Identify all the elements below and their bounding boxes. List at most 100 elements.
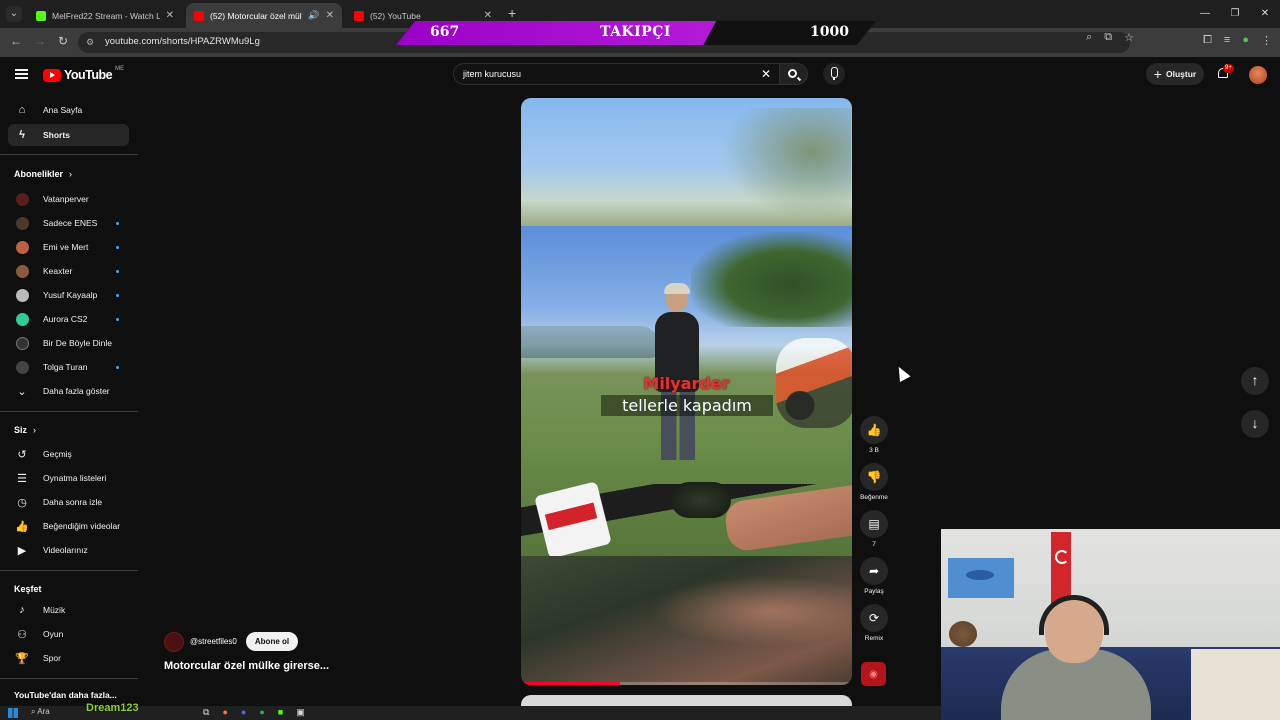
sidebar-channel[interactable]: Vatanperver [8,188,129,210]
sidebar-item-label: Beğendiğim videolar [43,521,121,531]
short-title[interactable]: Motorcular özel mülke girerse... [164,660,329,672]
close-icon[interactable]: ✕ [326,10,334,21]
browser-menu-icon[interactable]: ⋮ [1261,34,1272,47]
explore-heading: Keşfet [14,584,42,594]
youtube-logo[interactable]: YouTube ME [43,66,124,82]
show-more-button[interactable]: ⌄ Daha fazla göster [8,380,129,402]
menu-icon[interactable] [15,69,28,79]
restore-icon[interactable]: ❐ [1220,0,1250,28]
sidebar-item-your-videos[interactable]: ▶ Videolarınız [8,539,129,561]
voice-search-icon[interactable] [823,63,845,85]
channel-name: Aurora CS2 [43,314,88,324]
browser-tab-kick[interactable]: MelFred22 Stream - Watch Live ✕ [28,3,182,28]
zoom-icon[interactable]: ⌕ [1086,31,1092,44]
new-content-dot [116,269,119,273]
search-button[interactable] [780,63,808,85]
firefox-icon[interactable]: ● [222,707,227,718]
media-icon[interactable]: ≡ [1224,34,1230,47]
taskbar-search[interactable]: ⌕ Ara [31,707,50,717]
reload-icon[interactable]: ↻ [58,34,68,48]
sidebar-channel[interactable]: Yusuf Kayaalp [8,284,129,306]
share-button[interactable]: ➦ Paylaş [859,557,889,595]
extensions-icon[interactable]: ⧠ [1203,34,1212,47]
install-icon[interactable]: ⧉ [1104,31,1112,44]
minimize-icon[interactable]: — [1190,0,1220,28]
divider [0,570,138,571]
site-info-icon[interactable]: ⚙ [86,36,98,48]
sidebar-item-label: Spor [43,653,61,663]
sidebar-item-history[interactable]: ↺ Geçmiş [8,443,129,465]
sidebar-item-shorts[interactable]: ϟ Shorts [8,124,129,146]
channel-name: Keaxter [43,266,73,276]
tab-search-icon[interactable]: ⌄ [6,6,22,22]
shorts-video-player[interactable]: Milyarder tellerle kapadım [521,98,852,685]
speaker-icon[interactable]: 🔊 [308,10,319,21]
sidebar-item-home[interactable]: ⌂ Ana Sayfa [8,99,129,121]
comment-count: 7 [872,541,876,548]
sidebar-channel[interactable]: Tolga Turan [8,356,129,378]
sidebar-channel[interactable]: Bir De Böyle Dinle [8,332,129,354]
tab-label: (52) Motorcular özel mülke [210,10,303,21]
previous-short-button[interactable]: ↑ [1241,367,1269,395]
close-window-icon[interactable]: ✕ [1250,0,1280,28]
notifications-button[interactable]: 9+ [1216,64,1234,81]
url-text[interactable]: youtube.com/shorts/HPAZRWMu9Lg [105,36,260,47]
search-input[interactable]: jitem kurucusu ✕ [453,63,780,85]
windows-start-icon[interactable] [8,708,18,718]
dislike-button[interactable]: 👎 Beğenme [859,463,889,501]
sidebar-channel[interactable]: Sadece ENES [8,212,129,234]
discord-icon[interactable]: ● [241,707,246,718]
sidebar: ⌂ Ana Sayfa ϟ Shorts Abonelikler › Vatanp… [0,93,138,720]
back-icon[interactable]: ← [10,34,22,48]
sidebar-item-liked-videos[interactable]: 👍 Beğendiğim videolar [8,515,129,537]
task-view-icon[interactable]: ⧉ [203,707,209,718]
create-button[interactable]: + Oluştur [1146,63,1204,85]
browser-toolbar: ⧠ ≡ ● ⋮ [1203,34,1272,47]
divider [0,678,138,679]
bookmark-star-icon[interactable]: ☆ [1124,31,1134,44]
sidebar-item-watch-later[interactable]: ◷ Daha sonra izle [8,491,129,513]
chrome-icon[interactable]: ● [259,707,264,718]
channel-avatar [16,312,29,326]
sidebar-item-sports[interactable]: 🏆 Spor [8,647,129,669]
sidebar-item-label: Videolarınız [43,545,88,555]
new-tab-icon[interactable]: + [508,6,516,20]
browser-tab-active[interactable]: (52) Motorcular özel mülke 🔊 ✕ [186,3,342,28]
stream-overlay-name: Dream123 [86,702,139,714]
channel-avatar [16,240,29,254]
kick-icon[interactable]: ■ [278,707,283,718]
video-caption-white: tellerle kapadım [601,395,773,416]
like-button[interactable]: 👍 3 B [859,416,889,454]
sidebar-item-playlists[interactable]: ☰ Oynatma listeleri [8,467,129,489]
sidebar-channel[interactable]: Emi ve Mert [8,236,129,258]
channel-avatar[interactable] [164,632,184,652]
audio-source-thumbnail[interactable]: ◉ [861,662,886,686]
channel-name: Vatanperver [43,194,89,204]
app-icon[interactable]: ▣ [296,707,305,718]
sidebar-item-gaming[interactable]: ⚇ Oyun [8,623,129,645]
next-short-button[interactable]: ↓ [1241,410,1269,438]
close-icon[interactable]: ✕ [166,10,174,21]
clear-search-icon[interactable]: ✕ [761,67,771,81]
follower-current: 667 [430,24,460,40]
channel-handle[interactable]: @streetfiles0 [190,637,237,646]
profile-icon[interactable]: ● [1242,34,1249,47]
channel-name: Sadece ENES [43,218,98,228]
remix-button[interactable]: ⟳ Remix [859,604,889,642]
you-heading[interactable]: Siz › [14,425,36,435]
account-avatar[interactable] [1249,66,1267,84]
your-videos-icon: ▶ [17,544,27,557]
sidebar-channel[interactable]: Aurora CS2 [8,308,129,330]
mouse-cursor-icon [893,364,911,382]
close-icon[interactable]: ✕ [484,10,492,21]
blue-flag [948,558,1014,598]
logo-text: YouTube [64,68,113,82]
channel-avatar [16,288,29,302]
sidebar-item-music[interactable]: ♪ Müzik [8,599,129,621]
forward-icon[interactable]: → [34,34,46,48]
subscribe-button[interactable]: Abone ol [246,632,298,651]
sidebar-channel[interactable]: Keaxter [8,260,129,282]
comments-button[interactable]: ▤ 7 [859,510,889,548]
video-progress-bar[interactable] [521,682,852,685]
subscriptions-heading[interactable]: Abonelikler › [14,169,72,179]
